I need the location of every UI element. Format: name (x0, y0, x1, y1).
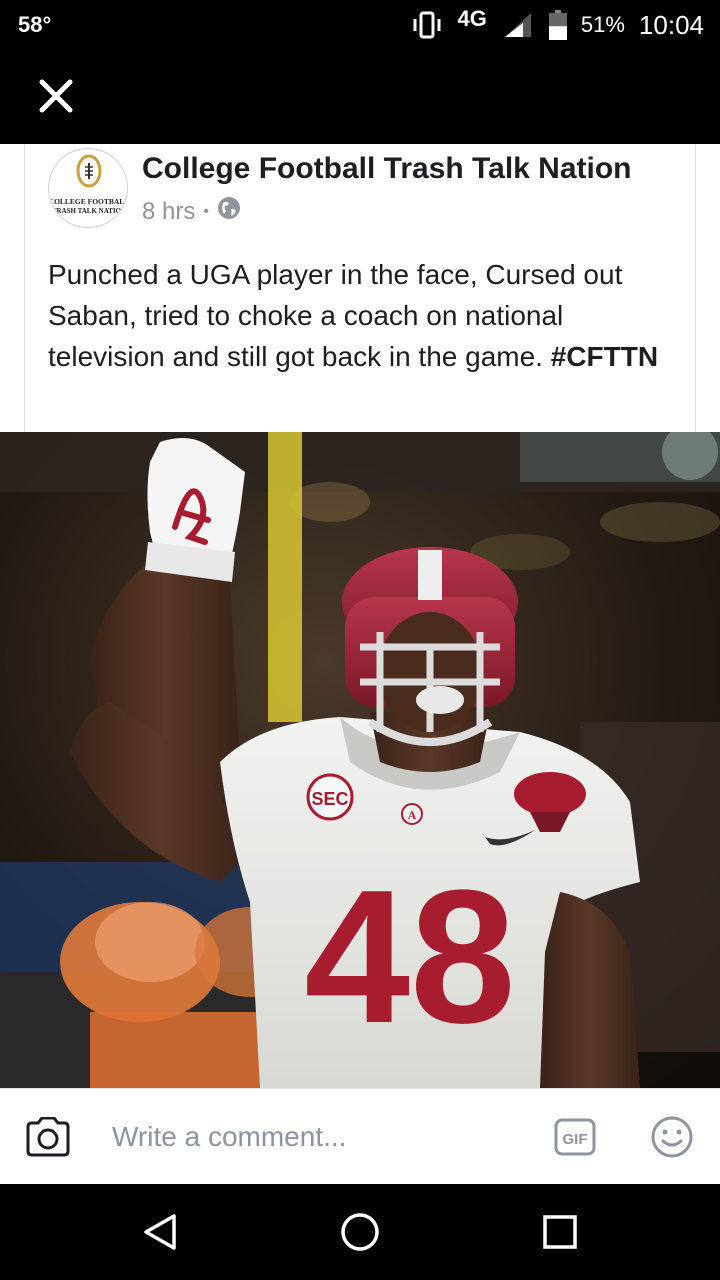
home-icon[interactable] (338, 1210, 382, 1254)
cell-signal-icon (501, 11, 535, 39)
hashtag-link[interactable]: #CFTTN (551, 341, 658, 372)
post-body: Punched a UGA player in the face, Cursed… (48, 254, 668, 377)
back-icon[interactable] (138, 1210, 182, 1254)
android-nav-bar (0, 1184, 720, 1280)
jersey-number: 48 (304, 851, 515, 1063)
post-meta: 8 hrs • (142, 196, 241, 227)
camera-icon[interactable] (24, 1116, 72, 1157)
post-timestamp[interactable]: 8 hrs (142, 198, 195, 226)
comment-input[interactable] (98, 1111, 518, 1163)
comment-bar: GIF (0, 1088, 720, 1184)
clock: 10:04 (638, 9, 704, 40)
vibrate-icon (410, 11, 444, 39)
post-photo[interactable]: SEC A 48 (0, 432, 720, 1088)
page-avatar[interactable]: COLLEGE FOOTBALL TRASH TALK NATION (48, 148, 128, 228)
status-temperature: 58° (18, 12, 52, 37)
globe-icon (217, 196, 241, 227)
status-indicators: 4G 51% 10:04 (410, 6, 704, 42)
page-name[interactable]: College Football Trash Talk Nation (142, 152, 632, 186)
gif-button[interactable]: GIF (554, 1117, 596, 1157)
status-bar: 58° 4G 51% 10:04 (0, 0, 720, 50)
post-text: Punched a UGA player in the face, Cursed… (48, 259, 623, 372)
gif-label: GIF (563, 1131, 588, 1148)
svg-text:TRASH TALK NATION: TRASH TALK NATION (52, 207, 126, 215)
sec-patch-text: SEC (311, 789, 348, 809)
jersey-a-logo: A (408, 808, 417, 822)
post-card: COLLEGE FOOTBALL TRASH TALK NATION Colle… (0, 144, 720, 432)
close-icon[interactable] (36, 76, 76, 116)
smiley-icon[interactable] (650, 1115, 694, 1159)
battery-percent: 51% (580, 12, 625, 37)
recents-icon[interactable] (540, 1212, 580, 1252)
svg-text:COLLEGE FOOTBALL: COLLEGE FOOTBALL (49, 197, 128, 206)
viewer-top-bar (0, 50, 720, 144)
meta-separator: • (203, 202, 209, 220)
network-type: 4G (457, 6, 487, 31)
battery-icon (548, 10, 567, 40)
